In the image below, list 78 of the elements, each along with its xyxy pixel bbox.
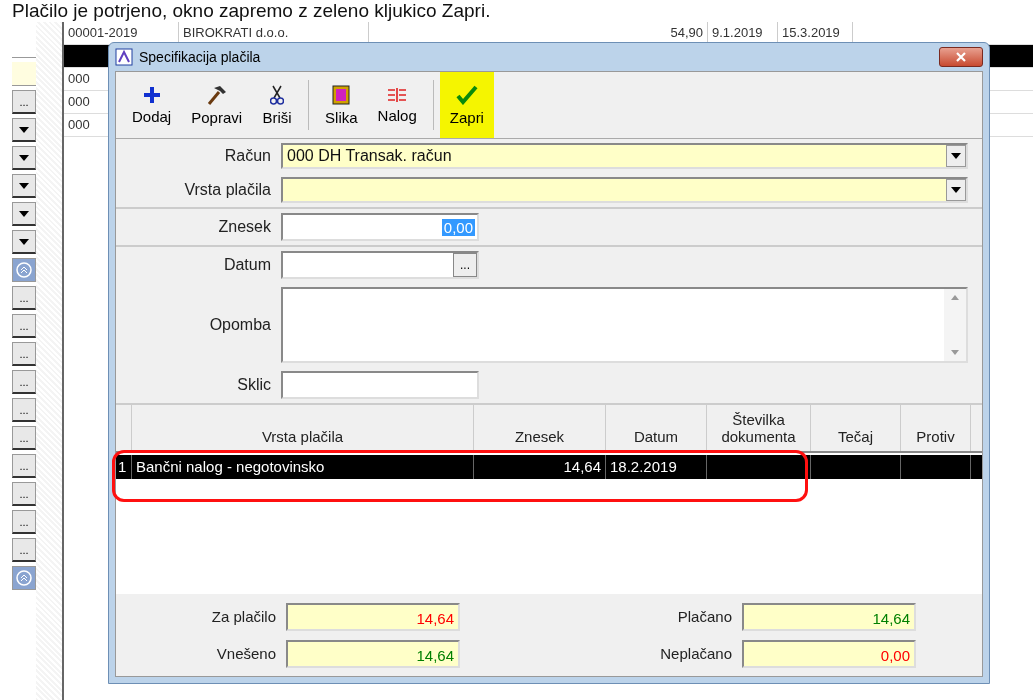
dropdown-arrow-icon bbox=[19, 210, 29, 217]
ellipsis-button[interactable]: ... bbox=[12, 454, 36, 478]
dropdown-arrow-icon bbox=[951, 153, 961, 159]
total-label: Plačano bbox=[676, 608, 732, 625]
dropdown-button[interactable] bbox=[946, 179, 966, 201]
memo-field[interactable] bbox=[281, 287, 968, 363]
grid-cell: Bančni nalog - negotovinsko bbox=[132, 455, 474, 479]
total-value: 14,64 bbox=[286, 602, 460, 631]
ellipsis-button[interactable]: ... bbox=[12, 482, 36, 506]
field-label: Opomba bbox=[208, 316, 271, 334]
checkmark-icon bbox=[455, 84, 478, 105]
dropdown-button[interactable] bbox=[12, 202, 36, 226]
total-value: 0,00 bbox=[742, 639, 916, 668]
toolbar-button[interactable]: Slika bbox=[315, 72, 368, 138]
column-header[interactable]: Protiv bbox=[901, 405, 971, 451]
dropdown-arrow-icon bbox=[19, 126, 29, 133]
total-label: Za plačilo bbox=[210, 608, 276, 625]
plus-icon bbox=[142, 85, 161, 104]
text-field[interactable] bbox=[281, 371, 479, 399]
toolbar-button[interactable]: Popravi bbox=[181, 72, 253, 138]
form-icon bbox=[386, 86, 409, 103]
scroll-up-icon bbox=[951, 295, 959, 300]
window-title: Specifikacija plačila bbox=[139, 49, 261, 65]
toolbar-button[interactable]: Zapri bbox=[439, 72, 494, 138]
collapse-button[interactable] bbox=[12, 566, 36, 590]
dropdown-button[interactable] bbox=[12, 174, 36, 198]
dropdown-arrow-icon bbox=[19, 182, 29, 189]
dropdown-button[interactable] bbox=[12, 118, 36, 142]
combo-field[interactable]: 000 DH Transak. račun bbox=[281, 143, 968, 169]
double-chevron-icon bbox=[16, 262, 32, 278]
total-value: 14,64 bbox=[286, 639, 460, 668]
total-value: 14,64 bbox=[742, 602, 916, 631]
ellipsis-button[interactable]: ... bbox=[12, 314, 36, 338]
toolbar-button[interactable]: Briši bbox=[252, 72, 303, 138]
field-label: Znesek bbox=[217, 218, 271, 236]
dropdown-arrow-icon bbox=[19, 154, 29, 161]
picture-icon bbox=[332, 84, 351, 105]
total-label: Vnešeno bbox=[215, 645, 276, 662]
close-icon bbox=[956, 52, 966, 62]
dropdown-button[interactable] bbox=[12, 230, 36, 254]
ellipsis-button[interactable]: ... bbox=[12, 426, 36, 450]
ellipsis-button[interactable]: ... bbox=[12, 510, 36, 534]
column-header[interactable]: Vrsta plačila bbox=[132, 405, 474, 451]
scissors-icon bbox=[270, 84, 285, 105]
close-button[interactable] bbox=[939, 47, 983, 67]
grid-cell: 14,64 bbox=[474, 455, 606, 479]
grid-row[interactable]: 1 Bančni nalog - negotovinsko 14,64 18.2.2019 bbox=[116, 455, 982, 479]
column-header[interactable]: Tečaj bbox=[811, 405, 901, 451]
ellipsis-button[interactable]: ... bbox=[12, 342, 36, 366]
side-field[interactable] bbox=[12, 62, 36, 86]
ellipsis-button[interactable]: ... bbox=[12, 398, 36, 422]
toolbar-button[interactable]: Nalog bbox=[367, 72, 427, 138]
column-header[interactable]: Znesek bbox=[474, 405, 606, 451]
field-label: Sklic bbox=[236, 376, 271, 394]
hammer-icon bbox=[205, 84, 228, 105]
dropdown-button[interactable] bbox=[12, 146, 36, 170]
double-chevron-icon bbox=[16, 570, 32, 586]
grid-cell: 18.2.2019 bbox=[606, 455, 707, 479]
total-label: Neplačano bbox=[659, 645, 732, 662]
dropdown-arrow-icon bbox=[19, 238, 29, 245]
column-header[interactable]: Številka dokumenta bbox=[707, 405, 811, 451]
dropdown-button[interactable] bbox=[946, 145, 966, 167]
ellipsis-button[interactable]: ... bbox=[12, 286, 36, 310]
ellipsis-button[interactable]: ... bbox=[12, 370, 36, 394]
app-icon bbox=[115, 48, 133, 66]
date-picker-button[interactable]: ... bbox=[453, 253, 477, 277]
row-number: 1 bbox=[116, 455, 132, 479]
field-label: Datum bbox=[222, 256, 271, 274]
date-field[interactable]: ... bbox=[281, 251, 479, 279]
dropdown-arrow-icon bbox=[951, 187, 961, 193]
column-header[interactable]: Datum bbox=[606, 405, 707, 451]
ellipsis-button[interactable]: ... bbox=[12, 90, 36, 114]
scroll-down-icon bbox=[951, 350, 959, 355]
field-label: Vrsta plačila bbox=[183, 181, 271, 199]
caption-text: Plačilo je potrjeno, okno zapremo z zeleno kljukico Zapri. bbox=[11, 0, 492, 22]
field-label: Račun bbox=[223, 147, 271, 165]
combo-field[interactable] bbox=[281, 177, 968, 203]
ellipsis-button[interactable]: ... bbox=[12, 538, 36, 562]
